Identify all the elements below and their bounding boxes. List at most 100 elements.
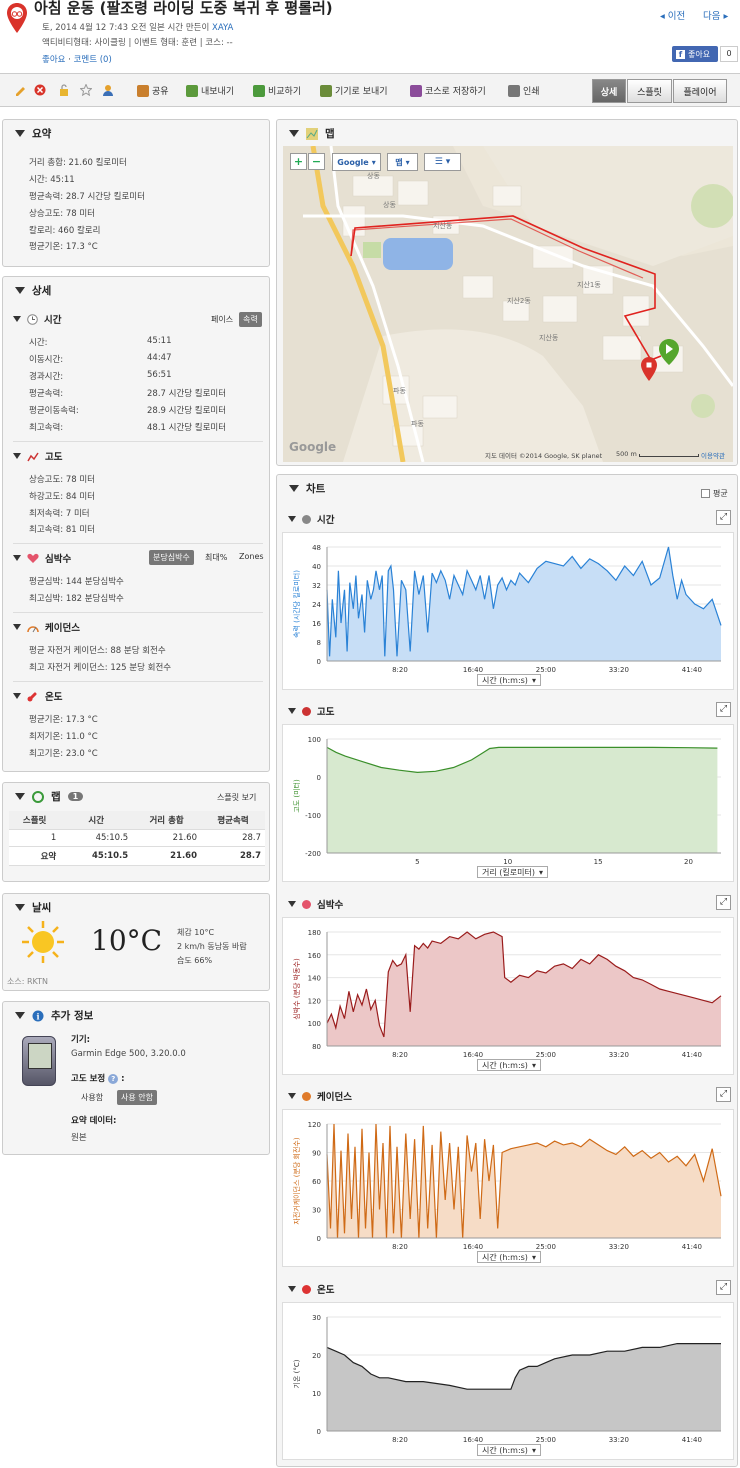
max-percent-toggle[interactable]: 최대% bbox=[201, 550, 231, 565]
end-marker-icon[interactable] bbox=[640, 356, 658, 385]
summary-row: 상승고도: 78 미터 bbox=[29, 209, 96, 219]
prev-link[interactable]: ◂ 이전 bbox=[660, 8, 685, 22]
terms-link[interactable]: 이용약관 bbox=[701, 450, 725, 460]
weather-toggle[interactable]: 날씨 bbox=[15, 900, 51, 915]
map-toggle[interactable]: 맵 bbox=[289, 126, 335, 141]
chart-area[interactable]: -200 -100 0 100 5 10 15 20 고도 (미터) 거리 (킬로미터) ▾ bbox=[282, 724, 734, 882]
laps-title: 랩 bbox=[51, 791, 61, 803]
zoom-out-button[interactable]: − bbox=[308, 153, 325, 170]
clock-icon bbox=[27, 313, 38, 325]
send-to-device-button[interactable]: 기기로 보내기 bbox=[320, 84, 388, 97]
favorite-star-icon[interactable] bbox=[80, 84, 92, 96]
export-button[interactable]: 내보내기 bbox=[186, 84, 234, 97]
x-axis-label: 시간 (h:m:s) bbox=[482, 1252, 528, 1262]
chart-header[interactable]: 케이던스 bbox=[288, 1089, 352, 1103]
map-provider-dropdown[interactable]: Google ▾ bbox=[332, 153, 381, 171]
temperature-row: 최저기온: 11.0 °C bbox=[29, 732, 98, 742]
detail-toggle[interactable]: 상세 bbox=[15, 283, 51, 298]
chart-area[interactable]: 80 100 120 140 160 180 8:20 16:40 25:00 33:20 41:4… bbox=[282, 917, 734, 1075]
save-as-course-button[interactable]: 코스로 저장하기 bbox=[410, 84, 486, 97]
author-link[interactable]: XAYA bbox=[212, 23, 233, 33]
comment-link[interactable]: 코멘트 (0) bbox=[74, 55, 112, 65]
page-title: 아침 운동 (팔조령 라이딩 도중 복귀 후 평롤러) bbox=[34, 0, 333, 17]
average-checkbox[interactable]: 평균 bbox=[701, 488, 728, 499]
speed-toggle[interactable]: 속력 bbox=[239, 312, 262, 327]
x-tick-label: 25:00 bbox=[536, 1243, 556, 1251]
collapse-arrow-icon bbox=[289, 485, 299, 492]
x-tick-label: 41:40 bbox=[682, 666, 702, 674]
fb-like-button[interactable]: f 좋아요 bbox=[672, 46, 718, 62]
expand-chart-icon[interactable]: ⤢ bbox=[716, 702, 731, 717]
toolbar: 공유 내보내기 비교하기 기기로 보내기 코스로 저장하기 인쇄 상세 스플릿 … bbox=[0, 73, 740, 107]
table-header: 거리 총합 bbox=[132, 811, 201, 830]
series-area bbox=[327, 1343, 721, 1431]
compare-button[interactable]: 비교하기 bbox=[253, 84, 301, 97]
collapse-arrow-icon bbox=[289, 130, 299, 137]
elevation-section-header[interactable]: 고도 bbox=[13, 449, 62, 463]
extra-info-toggle[interactable]: i 추가 정보 bbox=[15, 1008, 93, 1023]
charts-toggle[interactable]: 차트 bbox=[289, 481, 325, 496]
x-tick-label: 16:40 bbox=[463, 1436, 483, 1444]
map-label: 지산동 bbox=[539, 334, 559, 342]
pace-toggle[interactable]: 페이스 bbox=[207, 312, 237, 327]
thermometer-icon bbox=[302, 1284, 311, 1294]
splits-link[interactable]: 스플릿 보기 bbox=[217, 792, 256, 803]
expand-chart-icon[interactable]: ⤢ bbox=[716, 510, 731, 525]
zones-toggle[interactable]: Zones bbox=[235, 550, 268, 563]
expand-chart-icon[interactable]: ⤢ bbox=[716, 1087, 731, 1102]
table-cell: 21.60 bbox=[132, 829, 201, 847]
next-link[interactable]: 다음 ▸ bbox=[703, 8, 728, 22]
start-marker-icon[interactable] bbox=[658, 338, 680, 369]
elevation-correction-off[interactable]: 사용 안함 bbox=[117, 1090, 157, 1105]
x-axis-select[interactable]: 시간 (h:m:s) ▾ bbox=[477, 1059, 541, 1071]
y-tick-label: -100 bbox=[305, 812, 321, 820]
elevation-icon bbox=[302, 706, 311, 716]
layers-dropdown[interactable]: ☰ ▾ bbox=[424, 153, 461, 171]
table-row[interactable]: 1 45:10.5 21.60 28.7 bbox=[9, 829, 265, 847]
temperature-section-header[interactable]: 온도 bbox=[13, 689, 62, 703]
x-tick-label: 33:20 bbox=[609, 1051, 629, 1059]
x-axis-select[interactable]: 시간 (h:m:s) ▾ bbox=[477, 1251, 541, 1263]
x-axis-select[interactable]: 거리 (킬로미터) ▾ bbox=[477, 866, 548, 878]
chart-header[interactable]: 온도 bbox=[288, 1282, 334, 1296]
collapse-arrow-icon bbox=[13, 693, 21, 699]
chart-header[interactable]: 심박수 bbox=[288, 897, 343, 911]
summary-toggle[interactable]: 요약 bbox=[15, 126, 51, 141]
time-row-value: 44:47 bbox=[147, 353, 172, 363]
tab-detail[interactable]: 상세 bbox=[592, 79, 626, 103]
chart-header[interactable]: 시간 bbox=[288, 512, 334, 526]
time-row-label: 평균이동속력: bbox=[29, 406, 79, 416]
chart-header[interactable]: 고도 bbox=[288, 704, 334, 718]
chart-section: 온도 ⤢ 0 10 20 30 8:20 16:40 25:00 33:20 41:40 기온 (°C… bbox=[282, 1276, 734, 1462]
expand-chart-icon[interactable]: ⤢ bbox=[716, 895, 731, 910]
y-tick-label: 90 bbox=[312, 1150, 321, 1158]
delete-icon[interactable] bbox=[34, 84, 46, 96]
print-button[interactable]: 인쇄 bbox=[508, 84, 540, 97]
elevation-correction-on[interactable]: 사용함 bbox=[77, 1090, 107, 1105]
cadence-section-header[interactable]: 케이던스 bbox=[13, 620, 80, 634]
chart-area[interactable]: 0 10 20 30 8:20 16:40 25:00 33:20 41:40 기온 (°C) 시간… bbox=[282, 1302, 734, 1460]
lock-icon[interactable] bbox=[58, 84, 70, 96]
like-link[interactable]: 좋아요 bbox=[42, 55, 65, 65]
x-tick-label: 16:40 bbox=[463, 1243, 483, 1251]
chart-section: 케이던스 ⤢ 0 30 60 90 120 8:20 16:40 25:00 33:20 41:40 자… bbox=[282, 1083, 734, 1269]
help-icon[interactable]: ? bbox=[108, 1074, 119, 1084]
tab-splits[interactable]: 스플릿 bbox=[627, 79, 672, 103]
x-axis-select[interactable]: 시간 (h:m:s) ▾ bbox=[477, 1444, 541, 1456]
time-section-header[interactable]: 시간 bbox=[13, 312, 61, 326]
zoom-in-button[interactable]: + bbox=[290, 153, 307, 170]
map-scale: 500 m bbox=[616, 450, 637, 458]
chart-area[interactable]: 0 8 16 24 32 40 48 8:20 16:40 25:00 33:20 41:40 속력 (… bbox=[282, 532, 734, 690]
heartrate-section-header[interactable]: 심박수 bbox=[13, 551, 71, 565]
expand-chart-icon[interactable]: ⤢ bbox=[716, 1280, 731, 1295]
edit-icon[interactable] bbox=[14, 84, 26, 96]
share-button[interactable]: 공유 bbox=[137, 84, 169, 97]
x-axis-select[interactable]: 시간 (h:m:s) ▾ bbox=[477, 674, 541, 686]
bpm-toggle[interactable]: 분당심박수 bbox=[149, 550, 194, 565]
user-badge-icon[interactable] bbox=[102, 84, 114, 96]
tab-player[interactable]: 플레이어 bbox=[673, 79, 727, 103]
laps-toggle[interactable]: 랩1 bbox=[15, 789, 84, 804]
map-canvas[interactable]: 상동 상동 지산동 지산1동 지산2동 지산동 파동 파동 + − Google… bbox=[283, 146, 733, 462]
chart-area[interactable]: 0 30 60 90 120 8:20 16:40 25:00 33:20 41:40 자전거케이던… bbox=[282, 1109, 734, 1267]
map-type-dropdown[interactable]: 맵 ▾ bbox=[387, 153, 418, 171]
